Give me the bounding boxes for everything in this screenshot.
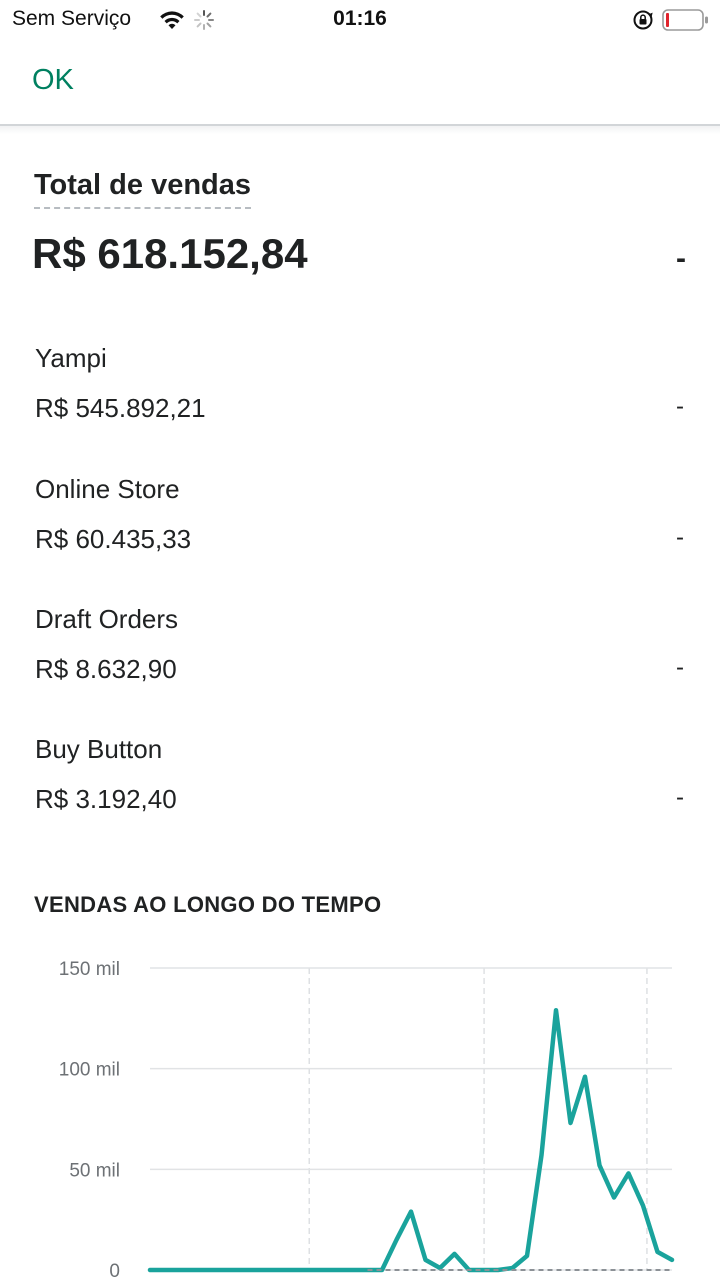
orientation-lock-icon (633, 10, 653, 30)
channel-delta: - (676, 393, 684, 420)
channel-name: Draft Orders (35, 604, 179, 634)
channel-value: R$ 545.892,21 (35, 393, 206, 423)
sales-over-time-chart[interactable]: 150 mil 100 mil 50 mil 0 (0, 940, 720, 1280)
chart-y-axis: 150 mil 100 mil 50 mil 0 (59, 959, 120, 1280)
channel-value: R$ 8.632,90 (35, 654, 177, 684)
y-tick-label: 0 (109, 1261, 120, 1280)
channel-delta: - (676, 524, 684, 551)
sales-report-screen: Sem Serviço 01:16 OK Total de vendas R$ … (0, 0, 720, 1280)
ok-button[interactable]: OK (32, 64, 74, 97)
channel-value: R$ 3.192,40 (35, 784, 177, 814)
y-tick-label: 50 mil (69, 1160, 120, 1181)
chart-lines (147, 1008, 675, 1273)
total-sales-title[interactable]: Total de vendas (34, 169, 252, 209)
sales-over-time-heading: VENDAS AO LONGO DO TEMPO (34, 892, 382, 917)
y-tick-label: 150 mil (59, 959, 120, 980)
header-divider (0, 126, 720, 134)
channel-row: Buy Button R$ 3.192,40 - (0, 734, 720, 844)
status-bar: Sem Serviço 01:16 (0, 0, 720, 40)
channel-delta: - (676, 654, 684, 681)
y-tick-label: 100 mil (59, 1060, 120, 1081)
channel-row: Online Store R$ 60.435,33 - (0, 474, 720, 584)
channel-name: Yampi (35, 343, 107, 373)
channel-delta: - (676, 784, 684, 811)
channel-name: Online Store (35, 474, 180, 504)
channel-row: Yampi R$ 545.892,21 - (0, 343, 720, 453)
total-sales-value: R$ 618.152,84 (32, 230, 308, 277)
sales-series-line (147, 1008, 675, 1273)
channel-name: Buy Button (35, 734, 163, 764)
header-bar: OK (0, 40, 720, 126)
clock-time: 01:16 (333, 7, 387, 30)
battery-low-icon (662, 9, 708, 31)
total-sales-delta: - (676, 242, 686, 275)
channel-row: Draft Orders R$ 8.632,90 - (0, 604, 720, 714)
channel-value: R$ 60.435,33 (35, 524, 192, 554)
